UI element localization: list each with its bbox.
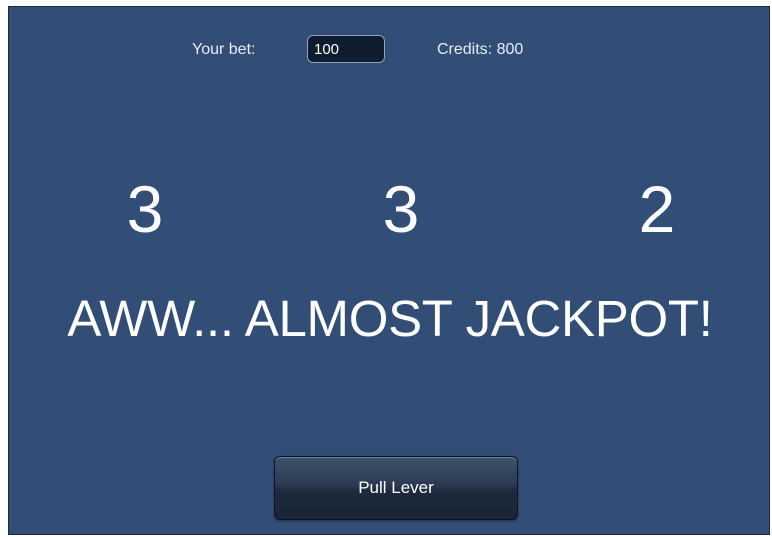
pull-lever-button[interactable]: Pull Lever <box>274 456 518 520</box>
bet-label: Your bet: <box>192 41 256 58</box>
slot-machine-panel: Your bet: Credits: 800 3 3 2 AWW... ALMO… <box>8 6 770 535</box>
credits-display: Credits: 800 <box>437 41 524 58</box>
bet-input[interactable] <box>307 35 385 63</box>
reel-1-value: 3 <box>126 172 164 246</box>
result-message: AWW... ALMOST JACKPOT! <box>67 290 713 347</box>
top-bar: Your bet: Credits: 800 <box>9 7 769 87</box>
reel-3-value: 2 <box>638 172 676 246</box>
reel-2-value: 3 <box>382 172 420 246</box>
